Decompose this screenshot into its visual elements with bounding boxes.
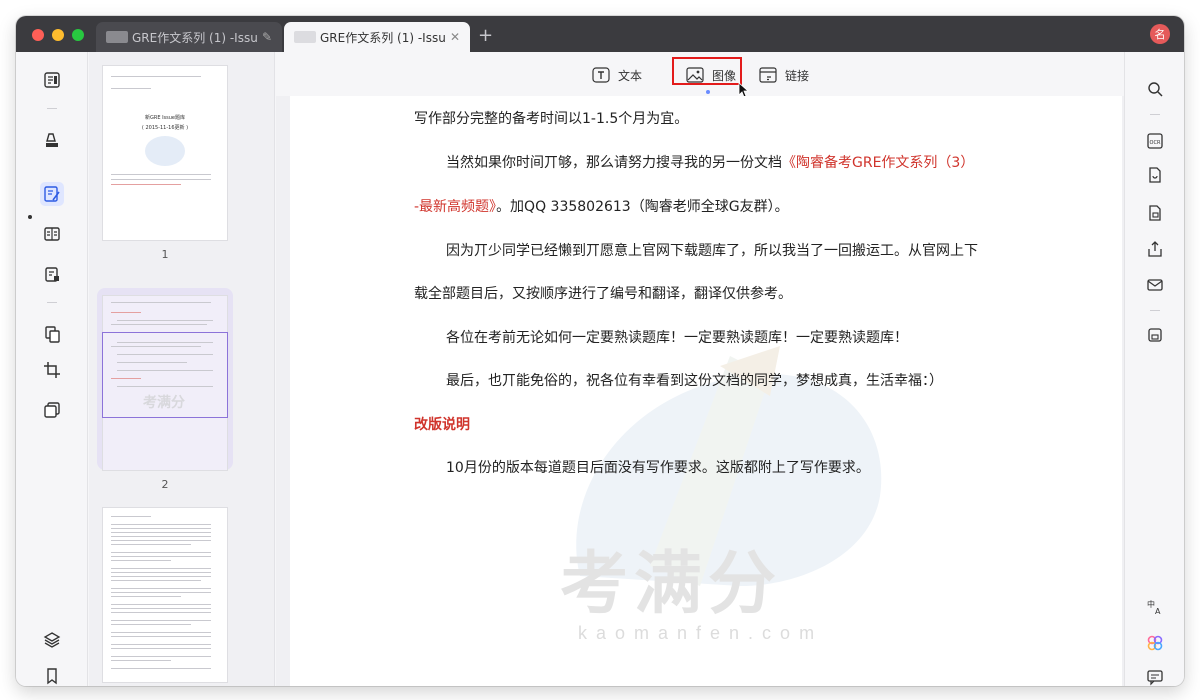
close-window-button[interactable] <box>32 29 44 41</box>
link-icon <box>759 67 777 83</box>
doc-text: 当然如果你时间丌够，那么请努力搜寻我的另一份文档 <box>446 155 782 171</box>
minimize-window-button[interactable] <box>52 29 64 41</box>
organize-pages-icon[interactable] <box>40 322 64 346</box>
avatar[interactable]: 名 <box>1150 24 1170 44</box>
doc-text: 。加QQ 335802613（陶睿老师全球G友群）。 <box>496 199 789 215</box>
protect-icon[interactable] <box>1144 202 1166 224</box>
doc-paragraph-line[interactable]: 最后，也丌能免俗的，祝各位有幸看到这份文档的同学，梦想成真，生活幸福：） <box>446 370 943 390</box>
app-window: GRE作文系列 (1) -Issu ✎ GRE作文系列 (1) -Issu ✕ … <box>16 16 1184 686</box>
zoom-window-button[interactable] <box>72 29 84 41</box>
doc-section-heading[interactable]: 改版说明 <box>414 414 470 434</box>
save-icon[interactable] <box>1144 324 1166 346</box>
ocr-icon[interactable]: OCR <box>1144 130 1166 152</box>
tool-indicator <box>706 90 710 94</box>
doc-paragraph-line[interactable]: 各位在考前无论如何一定要熟读题库！一定要熟读题库！一定要熟读题库！ <box>446 327 908 347</box>
share-icon[interactable] <box>1144 238 1166 260</box>
copy-pages-icon[interactable] <box>40 398 64 422</box>
tab-document-1[interactable]: GRE作文系列 (1) -Issu ✎ <box>96 22 282 52</box>
rail-divider <box>47 302 57 303</box>
doc-paragraph-line[interactable]: -最新高频题》。加QQ 335802613（陶睿老师全球G友群）。 <box>414 196 789 216</box>
edit-icon[interactable]: ✎ <box>262 30 272 44</box>
title-bar: GRE作文系列 (1) -Issu ✎ GRE作文系列 (1) -Issu ✕ … <box>16 16 1184 52</box>
add-image-button[interactable]: 图像 <box>686 64 736 86</box>
image-icon <box>686 67 704 83</box>
link-tool-label: 链接 <box>785 68 810 83</box>
rail-divider <box>1150 114 1160 115</box>
search-icon[interactable] <box>1144 78 1166 100</box>
tab-thumbnail-icon <box>294 31 316 43</box>
comment-icon[interactable] <box>1144 666 1166 686</box>
crop-icon[interactable] <box>40 358 64 382</box>
thumb-page-number: 2 <box>161 478 169 491</box>
document-viewport[interactable]: 考满分 kaomanfen.com 写作部分完整的备考时间以1-1.5个月为宜。… <box>276 96 1124 686</box>
tab-document-2[interactable]: GRE作文系列 (1) -Issu ✕ <box>284 22 470 52</box>
translate-icon[interactable]: 中A <box>1144 596 1166 618</box>
reader-icon[interactable] <box>40 68 64 92</box>
left-tool-rail <box>16 52 88 686</box>
thumb-page-number: 1 <box>161 248 169 261</box>
new-tab-button[interactable]: + <box>478 25 493 46</box>
close-tab-icon[interactable]: ✕ <box>450 30 460 44</box>
edit-toolbar: 文本 图像 链接 <box>276 52 1124 98</box>
doc-red-text: -最新高频题》 <box>414 199 497 215</box>
thumb-watermark: 考满分 <box>143 395 185 411</box>
thumb-title: 新GRE Issue题库 <box>144 115 186 121</box>
svg-text:A: A <box>1155 607 1161 616</box>
form-icon[interactable] <box>40 262 64 286</box>
watermark-text: 考满分 <box>560 545 783 624</box>
thumbnail-page-2[interactable]: 考满分 <box>102 296 228 470</box>
image-tool-label: 图像 <box>712 68 737 83</box>
thumb-date: ( 2015-11-16更新 ) <box>141 125 189 131</box>
mail-icon[interactable] <box>1144 274 1166 296</box>
rail-divider <box>1150 310 1160 311</box>
tab-title: GRE作文系列 (1) -Issu <box>320 30 446 45</box>
tab-thumbnail-icon <box>106 31 128 43</box>
highlight-icon[interactable] <box>40 128 64 152</box>
text-icon <box>592 67 610 83</box>
bookmark-icon[interactable] <box>40 664 64 686</box>
right-tool-rail: OCR 中A <box>1124 52 1184 686</box>
convert-icon[interactable] <box>1144 164 1166 186</box>
doc-red-text: 《陶睿备考GRE作文系列（3） <box>782 155 975 171</box>
edit-pdf-icon[interactable] <box>40 182 64 206</box>
thumbnail-page-1[interactable]: 新GRE Issue题库 ( 2015-11-16更新 ) By 陶睿 <box>103 66 227 240</box>
document-page[interactable]: 考满分 kaomanfen.com 写作部分完整的备考时间以1-1.5个月为宜。… <box>290 96 1122 686</box>
rail-divider <box>47 108 57 109</box>
svg-text:OCR: OCR <box>1150 140 1161 146</box>
doc-paragraph-line[interactable]: 因为丌少同学已经懒到丌愿意上官网下载题库了，所以我当了一回搬运工。从官网上下 <box>446 240 978 260</box>
watermark-url: kaomanfen.com <box>578 623 824 643</box>
doc-paragraph-line[interactable]: 10月份的版本每道题目后面没有写作要求。这版都附上了写作要求。 <box>446 457 870 477</box>
add-text-button[interactable]: 文本 <box>592 64 642 86</box>
page-organize-icon[interactable] <box>40 222 64 246</box>
tab-title: GRE作文系列 (1) -Issu <box>132 30 258 45</box>
thumbnail-panel: 新GRE Issue题库 ( 2015-11-16更新 ) By 陶睿 1 <box>89 52 275 686</box>
active-indicator <box>28 215 32 219</box>
ai-assistant-icon[interactable] <box>1144 632 1166 654</box>
text-tool-label: 文本 <box>618 68 643 83</box>
doc-paragraph-line[interactable]: 当然如果你时间丌够，那么请努力搜寻我的另一份文档《陶睿备考GRE作文系列（3） <box>446 152 974 172</box>
layers-icon[interactable] <box>40 628 64 652</box>
svg-text:中: 中 <box>1147 599 1155 609</box>
doc-paragraph-line[interactable]: 写作部分完整的备考时间以1-1.5个月为宜。 <box>414 108 688 128</box>
doc-paragraph-line[interactable]: 载全部题目后，又按顺序进行了编号和翻译，翻译仅供参考。 <box>414 283 792 303</box>
add-link-button[interactable]: 链接 <box>759 64 809 86</box>
thumbnail-page-3[interactable] <box>103 508 227 682</box>
